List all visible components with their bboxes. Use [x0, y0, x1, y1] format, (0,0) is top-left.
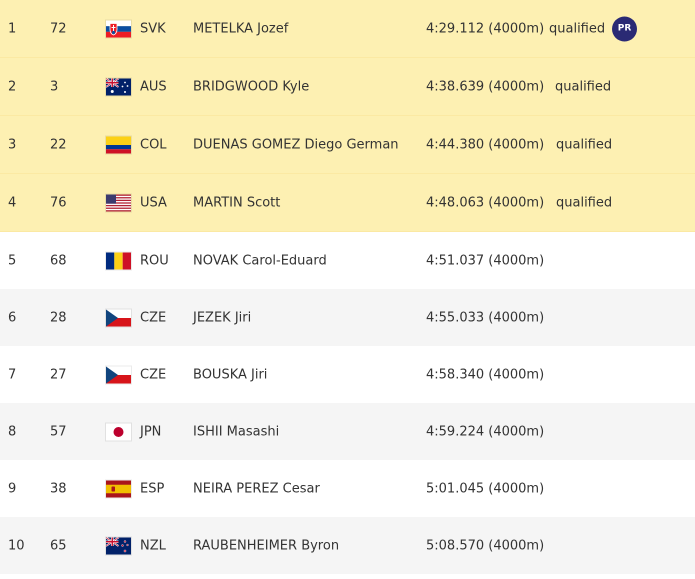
result-time: 5:01.045 (4000m) — [426, 481, 545, 496]
rank-cell: 10 — [8, 538, 25, 553]
pr-badge: PR — [612, 16, 637, 41]
rank-cell: 4 — [8, 195, 17, 210]
usa-flag-icon — [106, 194, 131, 211]
athlete-name[interactable]: BRIDGWOOD Kyle — [193, 79, 309, 94]
result-time: 4:44.380 (4000m) — [426, 137, 545, 152]
table-row[interactable]: 10 65 NZL RAUBENHEIMER Byron 5:08.570 (4… — [0, 517, 695, 574]
result-time: 5:08.570 (4000m) — [426, 538, 545, 553]
athlete-name[interactable]: ISHII Masashi — [193, 424, 279, 439]
table-row[interactable]: 2 3 AUS BRIDGWOOD Kyle 4:38.639 (4000m) … — [0, 58, 695, 116]
athlete-name[interactable]: MARTIN Scott — [193, 195, 280, 210]
rank-cell: 7 — [8, 367, 17, 382]
rou-flag-icon — [106, 252, 131, 269]
table-row[interactable]: 1 72 SVK METELKA Jozef 4:29.112 (4000m) … — [0, 0, 695, 58]
aus-flag-icon — [106, 78, 131, 95]
athlete-name[interactable]: METELKA Jozef — [193, 21, 288, 36]
result-time: 4:38.639 (4000m) — [426, 79, 545, 94]
qualification-status: qualified — [556, 137, 613, 152]
athlete-name[interactable]: JEZEK Jiri — [193, 310, 251, 325]
bib-cell: 72 — [50, 21, 67, 36]
table-row[interactable]: 7 27 CZE BOUSKA Jiri 4:58.340 (4000m) — [0, 346, 695, 403]
result-time: 4:48.063 (4000m) — [426, 195, 545, 210]
rank-cell: 3 — [8, 137, 17, 152]
result-time: 4:51.037 (4000m) — [426, 253, 545, 268]
jpn-flag-icon — [106, 423, 131, 440]
result-time: 4:55.033 (4000m) — [426, 310, 545, 325]
bib-cell: 3 — [50, 79, 59, 94]
athlete-name[interactable]: BOUSKA Jiri — [193, 367, 267, 382]
cze-flag-icon — [106, 309, 131, 326]
qualification-status: qualified — [556, 195, 613, 210]
bib-cell: 76 — [50, 195, 67, 210]
rank-cell: 8 — [8, 424, 17, 439]
table-row[interactable]: 9 38 ESP NEIRA PEREZ Cesar 5:01.045 (400… — [0, 460, 695, 517]
svk-flag-icon — [106, 20, 131, 37]
rank-cell: 2 — [8, 79, 17, 94]
nzl-flag-icon — [106, 537, 131, 554]
bib-cell: 38 — [50, 481, 67, 496]
noc-cell: ROU — [140, 253, 169, 268]
noc-cell: CZE — [140, 367, 167, 382]
esp-flag-icon — [106, 480, 131, 497]
noc-cell: NZL — [140, 538, 166, 553]
qualification-status: qualified — [549, 21, 606, 36]
noc-cell: AUS — [140, 79, 167, 94]
noc-cell: CZE — [140, 310, 167, 325]
noc-cell: USA — [140, 195, 167, 210]
col-flag-icon — [106, 136, 131, 153]
bib-cell: 27 — [50, 367, 67, 382]
result-time: 4:58.340 (4000m) — [426, 367, 545, 382]
bib-cell: 22 — [50, 137, 67, 152]
bib-cell: 28 — [50, 310, 67, 325]
rank-cell: 5 — [8, 253, 17, 268]
athlete-name[interactable]: NEIRA PEREZ Cesar — [193, 481, 320, 496]
bib-cell: 65 — [50, 538, 67, 553]
table-row[interactable]: 5 68 ROU NOVAK Carol-Eduard 4:51.037 (40… — [0, 232, 695, 289]
rank-cell: 1 — [8, 21, 17, 36]
noc-cell: JPN — [140, 424, 162, 439]
rank-cell: 6 — [8, 310, 17, 325]
qualification-status: qualified — [555, 79, 612, 94]
table-row[interactable]: 6 28 CZE JEZEK Jiri 4:55.033 (4000m) — [0, 289, 695, 346]
athlete-name[interactable]: DUENAS GOMEZ Diego German — [193, 137, 399, 152]
cze-flag-icon — [106, 366, 131, 383]
result-time: 4:29.112 (4000m) — [426, 21, 545, 36]
noc-cell: ESP — [140, 481, 165, 496]
table-row[interactable]: 4 76 USA MARTIN Scott 4:48.063 (4000m) q… — [0, 174, 695, 232]
noc-cell: COL — [140, 137, 167, 152]
noc-cell: SVK — [140, 21, 166, 36]
table-row[interactable]: 8 57 JPN ISHII Masashi 4:59.224 (4000m) — [0, 403, 695, 460]
result-time: 4:59.224 (4000m) — [426, 424, 545, 439]
table-row[interactable]: 3 22 COL DUENAS GOMEZ Diego German 4:44.… — [0, 116, 695, 174]
bib-cell: 68 — [50, 253, 67, 268]
results-table: 1 72 SVK METELKA Jozef 4:29.112 (4000m) … — [0, 0, 695, 574]
bib-cell: 57 — [50, 424, 67, 439]
athlete-name[interactable]: NOVAK Carol-Eduard — [193, 253, 327, 268]
rank-cell: 9 — [8, 481, 17, 496]
athlete-name[interactable]: RAUBENHEIMER Byron — [193, 538, 339, 553]
